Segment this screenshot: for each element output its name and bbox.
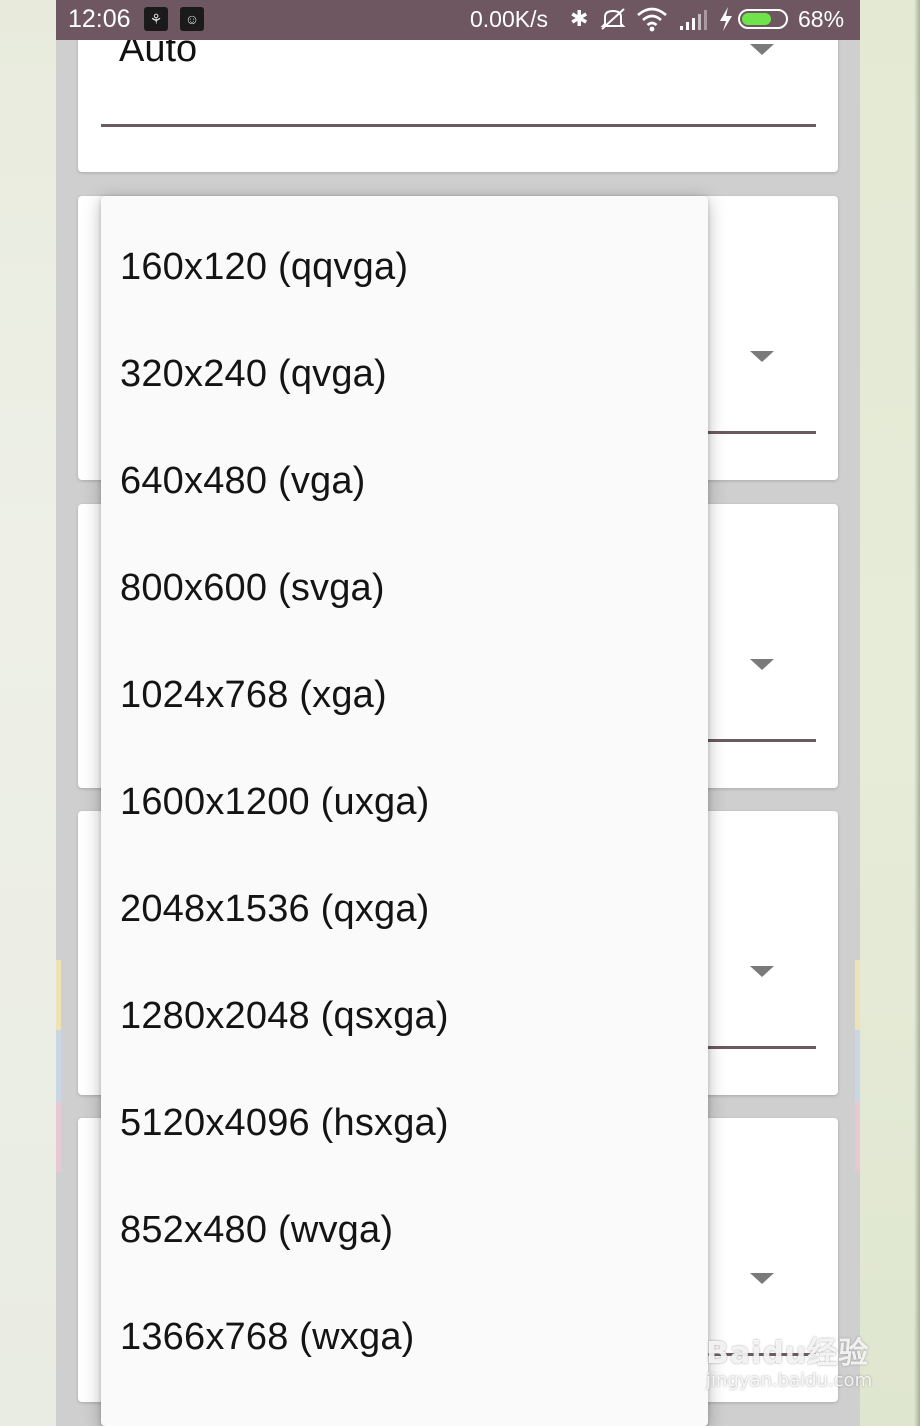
edge-tab-pink-right [855,1102,860,1172]
watermark-main: Baidu经验 [706,1336,870,1371]
chevron-down-icon[interactable] [750,1273,774,1284]
edge-tab-yellow [56,960,61,1030]
status-time: 12:06 [68,5,131,33]
edge-tab-yellow-right [855,960,860,1030]
baidu-watermark: Baidu经验 jingyan.baidu.com [706,1328,872,1391]
dropdown-option[interactable]: 1280x2048 (qsxga) [101,963,708,1070]
chevron-down-icon[interactable] [750,966,774,977]
chevron-down-icon[interactable] [750,44,774,55]
device-edge-shadow [914,0,920,1426]
dropdown-option[interactable]: 852x480 (wvga) [101,1177,708,1284]
network-speed: 0.00K/s [470,6,548,32]
chevron-down-icon[interactable] [750,351,774,362]
signal-icon [678,8,708,38]
notification-app-icon: ⚘ [144,7,168,31]
dropdown-option[interactable]: 1366x768 (wxga) [101,1284,708,1391]
edge-tab-pink [56,1102,61,1172]
dropdown-option[interactable]: 320x240 (qvga) [101,321,708,428]
background-left [0,0,56,1426]
dropdown-option[interactable]: 5120x4096 (hsxga) [101,1070,708,1177]
battery-icon [738,9,788,29]
dropdown-option[interactable]: 800x600 (svga) [101,535,708,642]
dropdown-option[interactable]: 160x120 (qqvga) [101,214,708,321]
chevron-down-icon[interactable] [750,659,774,670]
charging-icon [718,6,734,38]
status-bar: 12:06 ⚘ ☺ 0.00K/s ✱ 68% [56,0,860,40]
phone-screen: 12:06 ⚘ ☺ 0.00K/s ✱ 68% Auto 160x120 (qq… [56,0,860,1426]
dropdown-option[interactable]: 640x480 (vga) [101,428,708,535]
edge-tab-blue [56,1030,61,1102]
dropdown-option[interactable]: 1600x1200 (uxga) [101,749,708,856]
battery-percent: 68% [798,6,845,32]
watermark-sub: jingyan.baidu.com [706,1370,873,1391]
notification-robot-icon: ☺ [180,7,204,31]
select-underline [101,124,816,127]
edge-tab-blue-right [855,1030,860,1102]
battery-level-fill [742,13,771,25]
background-right [860,0,920,1426]
dropdown-option[interactable]: 1024x768 (xga) [101,642,708,749]
mute-icon [599,6,627,38]
resolution-dropdown-menu: 160x120 (qqvga) 320x240 (qvga) 640x480 (… [101,196,708,1426]
bluetooth-icon: ✱ [570,6,589,31]
wifi-icon [636,5,668,39]
dropdown-option[interactable]: 2048x1536 (qxga) [101,856,708,963]
